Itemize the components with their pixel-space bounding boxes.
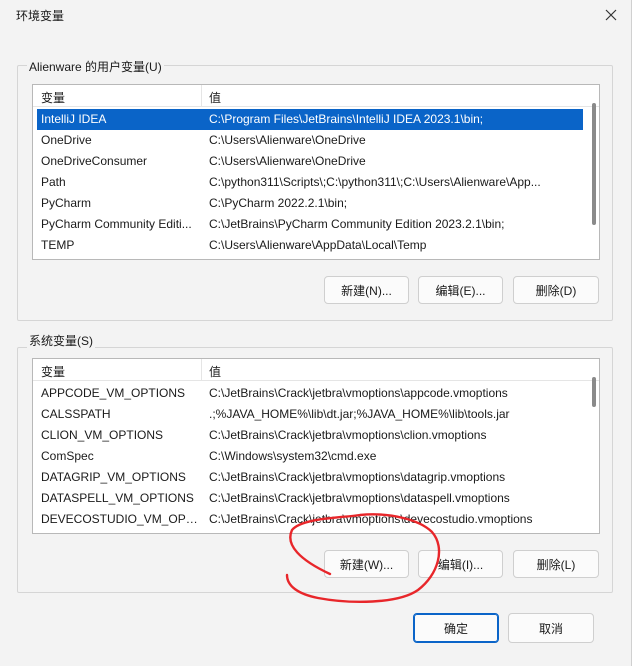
table-row[interactable]: DATAGRIP_VM_OPTIONS C:\JetBrains\Crack\je… [37, 467, 583, 488]
variable-name: PyCharm [41, 196, 92, 210]
variable-name: DATASPELL_VM_OPTIONS [41, 491, 194, 505]
table-row[interactable]: ComSpec C:\Windows\system32\cmd.exe [37, 446, 583, 467]
variable-name: PyCharm Community Editi... [41, 217, 192, 231]
ok-button[interactable]: 确定 [413, 613, 499, 643]
column-separator[interactable] [201, 359, 202, 381]
variable-name: APPCODE_VM_OPTIONS [41, 386, 186, 400]
table-row[interactable]: APPCODE_VM_OPTIONS C:\JetBrains\Crack\jet… [37, 383, 583, 404]
variable-name: TEMP [41, 238, 75, 252]
vertical-scrollbar[interactable] [592, 377, 596, 407]
variable-value: C:\python311\Scripts\;C:\python311\;C:\U… [209, 175, 541, 189]
user-new-button[interactable]: 新建(N)... [324, 276, 409, 304]
variable-value: C:\JetBrains\Crack\jetbra\vmoptions\appc… [209, 386, 508, 400]
list-header: 变量 值 [33, 85, 599, 107]
title-bar: 环境变量 [0, 0, 631, 30]
vertical-scrollbar[interactable] [592, 103, 596, 225]
system-new-button[interactable]: 新建(W)... [324, 550, 409, 578]
table-row[interactable]: PyCharm C:\PyCharm 2022.2.1\bin; [37, 193, 583, 214]
variable-value: C:\JetBrains\Crack\jetbra\vmoptions\clio… [209, 428, 487, 442]
table-row[interactable]: DATASPELL_VM_OPTIONS C:\JetBrains\Crack\j… [37, 488, 583, 509]
table-row[interactable]: CLION_VM_OPTIONS C:\JetBrains\Crack\jetbr… [37, 425, 583, 446]
table-row[interactable]: Path C:\python311\Scripts\;C:\python311\;… [37, 172, 583, 193]
variable-value: C:\Users\Alienware\OneDrive [209, 133, 366, 147]
column-header-value[interactable]: 值 [209, 89, 221, 106]
close-icon [605, 9, 617, 21]
column-header-value[interactable]: 值 [209, 363, 221, 380]
user-edit-button[interactable]: 编辑(E)... [418, 276, 503, 304]
user-variables-label: Alienware 的用户变量(U) [27, 58, 164, 75]
variable-value: C:\JetBrains\Crack\jetbra\vmoptions\deve… [209, 512, 533, 526]
variable-name: Path [41, 175, 66, 189]
window-title: 环境变量 [16, 9, 65, 23]
table-row[interactable]: TEMP C:\Users\Alienware\AppData\Local\Tem… [37, 235, 583, 256]
user-variables-rows: IntelliJ IDEA C:\Program Files\JetBrains\… [37, 109, 583, 256]
variable-name: CLION_VM_OPTIONS [41, 428, 164, 442]
column-separator[interactable] [201, 85, 202, 107]
variable-name: CALSSPATH [41, 407, 111, 421]
variable-name: ComSpec [41, 449, 94, 463]
system-edit-button[interactable]: 编辑(I)... [418, 550, 503, 578]
system-delete-button[interactable]: 删除(L) [513, 550, 599, 578]
table-row[interactable]: OneDriveConsumer C:\Users\Alienware\OneDr… [37, 151, 583, 172]
table-row[interactable]: IntelliJ IDEA C:\Program Files\JetBrains\… [37, 109, 583, 130]
variable-value: C:\Windows\system32\cmd.exe [209, 449, 377, 463]
variable-value: C:\JetBrains\Crack\jetbra\vmoptions\data… [209, 470, 506, 484]
system-variables-list[interactable]: 变量 值 APPCODE_VM_OPTIONS C:\JetBrains\Crac… [32, 358, 600, 534]
column-header-name[interactable]: 变量 [41, 89, 65, 106]
variable-value: C:\JetBrains\Crack\jetbra\vmoptions\data… [209, 491, 510, 505]
system-variables-rows: APPCODE_VM_OPTIONS C:\JetBrains\Crack\jet… [37, 383, 583, 530]
system-variables-label: 系统变量(S) [27, 332, 95, 349]
table-row[interactable]: OneDrive C:\Users\Alienware\OneDrive [37, 130, 583, 151]
variable-value: C:\PyCharm 2022.2.1\bin; [209, 196, 348, 210]
table-row[interactable]: PyCharm Community Editi... C:\JetBrains\P… [37, 214, 583, 235]
user-delete-button[interactable]: 删除(D) [513, 276, 599, 304]
cancel-button[interactable]: 取消 [508, 613, 594, 643]
variable-value: C:\JetBrains\PyCharm Community Edition 2… [209, 217, 505, 231]
column-header-name[interactable]: 变量 [41, 363, 65, 380]
variable-value: C:\Users\Alienware\OneDrive [209, 154, 366, 168]
user-variables-list[interactable]: 变量 值 IntelliJ IDEA C:\Program Files\JetBr… [32, 84, 600, 260]
variable-name: DATAGRIP_VM_OPTIONS [41, 470, 186, 484]
variable-name: OneDrive [41, 133, 92, 147]
list-header: 变量 值 [33, 359, 599, 381]
variable-value: C:\Users\Alienware\AppData\Local\Temp [209, 238, 427, 252]
variable-name: IntelliJ IDEA [41, 112, 107, 126]
variable-value: .;%JAVA_HOME%\lib\dt.jar;%JAVA_HOME%\lib… [209, 407, 510, 421]
variable-value: C:\Program Files\JetBrains\IntelliJ IDEA… [209, 112, 484, 126]
table-row[interactable]: DEVECOSTUDIO_VM_OPT... C:\JetBrains\Crack… [37, 509, 583, 530]
table-row[interactable]: CALSSPATH .;%JAVA_HOME%\lib\dt.jar;%JAVA_… [37, 404, 583, 425]
variable-name: OneDriveConsumer [41, 154, 148, 168]
close-button[interactable] [602, 6, 620, 24]
environment-variables-dialog: 环境变量 Alienware 的用户变量(U) 变量 值 IntelliJ ID… [0, 0, 632, 666]
variable-name: DEVECOSTUDIO_VM_OPT... [41, 512, 201, 526]
